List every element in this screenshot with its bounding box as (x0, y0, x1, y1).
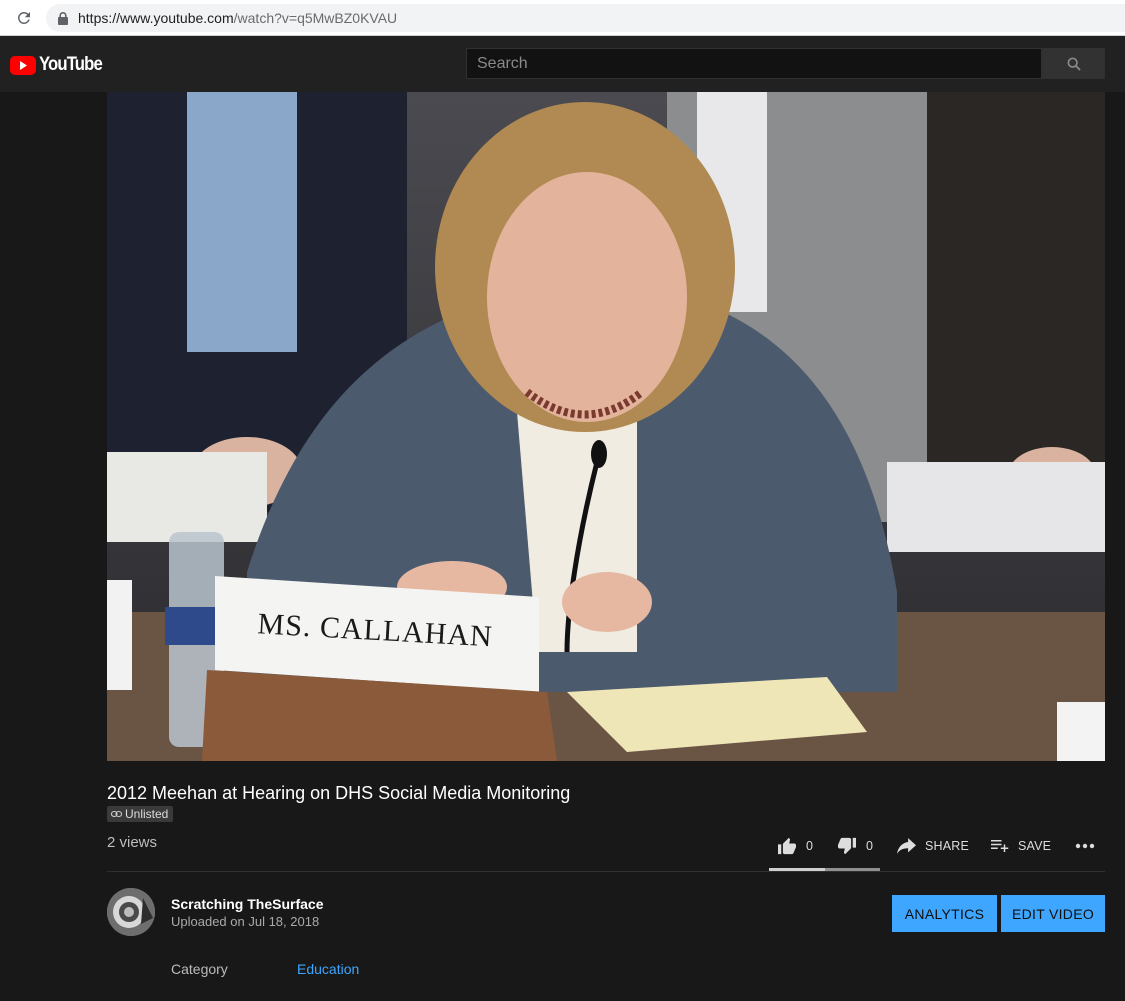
more-icon (1075, 843, 1095, 849)
dislike-count: 0 (866, 839, 874, 853)
search-input[interactable] (466, 48, 1042, 79)
category-label: Category (171, 961, 228, 977)
url-path: /watch?v=q5MwBZ0KVAU (233, 10, 398, 26)
share-label: SHARE (925, 839, 970, 853)
divider (107, 871, 1105, 872)
action-bar: 0 0 SHARE SAVE (0, 832, 1125, 860)
like-button[interactable]: 0 (777, 832, 813, 860)
share-icon (897, 838, 916, 854)
badge-label: Unlisted (125, 807, 169, 821)
search-button[interactable] (1042, 48, 1105, 79)
dislike-button[interactable]: 0 (837, 832, 873, 860)
channel-name[interactable]: Scratching TheSurface (171, 896, 324, 912)
save-label: SAVE (1018, 839, 1052, 853)
more-button[interactable] (1075, 832, 1095, 860)
browser-address-bar: https://www.youtube.com/watch?v=q5MwBZ0K… (0, 0, 1125, 36)
url-field[interactable]: https://www.youtube.com/watch?v=q5MwBZ0K… (46, 4, 1125, 32)
category-link[interactable]: Education (297, 961, 359, 977)
channel-avatar[interactable] (107, 888, 155, 936)
video-frame: MS. CALLAHAN (107, 92, 1105, 761)
video-title: 2012 Meehan at Hearing on DHS Social Med… (107, 783, 571, 803)
playlist-add-icon (991, 840, 1009, 852)
edit-video-button[interactable]: EDIT VIDEO (1001, 895, 1105, 932)
save-button[interactable]: SAVE (991, 832, 1051, 860)
lock-icon (58, 11, 68, 25)
thumbs-up-icon (778, 837, 796, 855)
search-icon (1067, 57, 1081, 71)
masthead: YouTube (0, 36, 1125, 92)
youtube-play-icon (10, 55, 36, 75)
url-host: https://www.youtube.com (78, 10, 234, 26)
video-player[interactable]: MS. CALLAHAN (107, 92, 1105, 761)
youtube-logo[interactable]: YouTube (10, 54, 110, 76)
link-icon (111, 810, 122, 818)
unlisted-badge: Unlisted (107, 806, 174, 822)
reload-button[interactable] (12, 6, 36, 30)
upload-date: Uploaded on Jul 18, 2018 (171, 914, 320, 929)
like-count: 0 (806, 839, 814, 853)
thumbs-down-icon (838, 837, 856, 855)
reload-icon (17, 11, 30, 24)
share-button[interactable]: SHARE (897, 832, 969, 860)
analytics-button[interactable]: ANALYTICS (892, 895, 997, 932)
logo-wordmark: YouTube (39, 54, 103, 75)
